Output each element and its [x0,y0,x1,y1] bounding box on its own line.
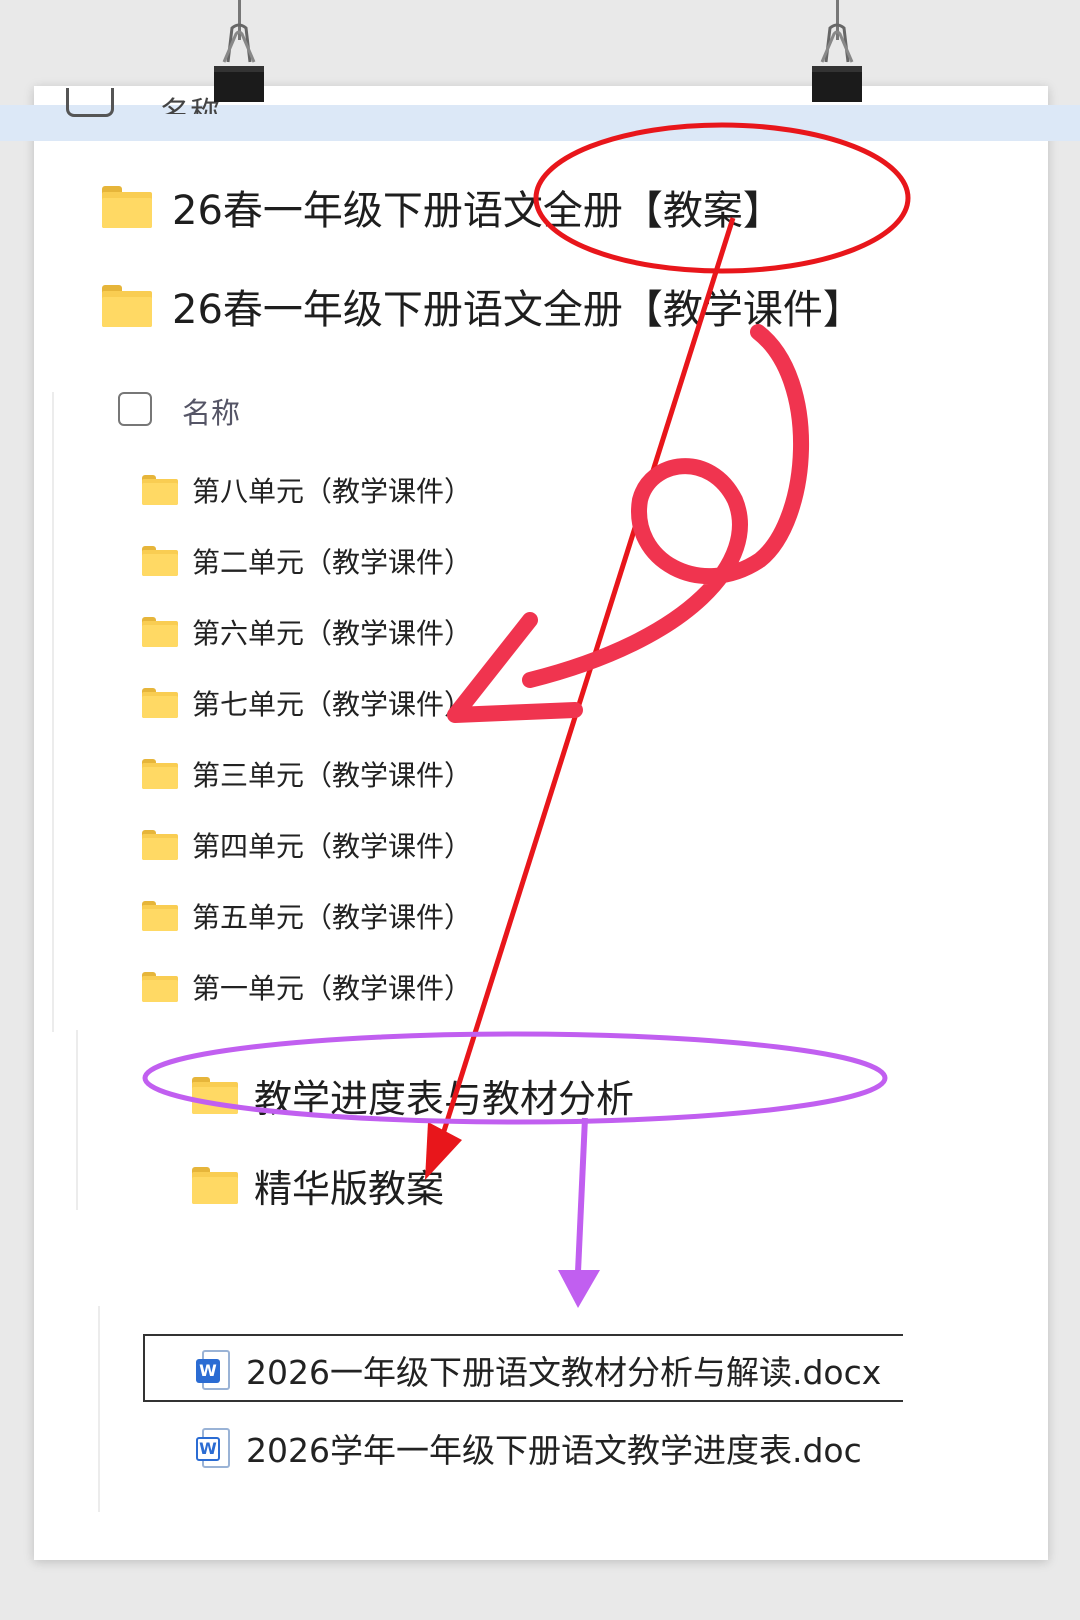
folder-icon [192,1166,238,1205]
folder-label: 第三单元（教学课件） [192,759,473,792]
word-doc-icon: W [196,1428,230,1468]
header-checkbox [66,88,114,117]
folder-row-unit-6[interactable]: 第六单元（教学课件） [142,612,472,652]
folder-label: 第六单元（教学课件） [192,617,473,650]
file-row-teaching-schedule[interactable]: W 2026学年一年级下册语文教学进度表.doc [196,1424,862,1472]
folder-row-schedule-analysis[interactable]: 教学进度表与教材分析 [192,1068,634,1123]
folder-row-unit-2[interactable]: 第二单元（教学课件） [142,541,472,581]
folder-row-unit-8[interactable]: 第八单元（教学课件） [142,470,472,510]
binder-clip-left-icon [214,23,264,102]
folder-row-unit-4[interactable]: 第四单元（教学课件） [142,825,472,865]
folder-icon [102,186,152,228]
folder-icon [142,972,178,1002]
list-divider [98,1306,100,1512]
word-doc-icon: W [196,1350,230,1390]
file-label: 2026学年一年级下册语文教学进度表.doc [246,1431,862,1470]
file-label: 2026一年级下册语文教材分析与解读.docx [246,1353,882,1392]
folder-icon [192,1076,238,1115]
folder-icon [142,546,178,576]
folder-row-courseware[interactable]: 26春一年级下册语文全册【教学课件】 [102,277,863,335]
folder-label: 第五单元（教学课件） [192,901,473,934]
list-divider [52,392,54,1032]
folder-label: 教学进度表与教材分析 [254,1077,635,1121]
folder-row-unit-1[interactable]: 第一单元（教学课件） [142,967,472,1007]
folder-label: 第一单元（教学课件） [192,972,473,1005]
select-all-checkbox[interactable] [118,392,152,426]
folder-row-unit-3[interactable]: 第三单元（教学课件） [142,754,472,794]
folder-label: 第二单元（教学课件） [192,546,473,579]
file-row-textbook-analysis[interactable]: W 2026一年级下册语文教材分析与解读.docx [196,1346,881,1394]
folder-label: 精华版教案 [254,1167,445,1211]
folder-row-premium-plans[interactable]: 精华版教案 [192,1158,444,1213]
folder-icon [142,617,178,647]
folder-icon [102,285,152,327]
folder-row-unit-5[interactable]: 第五单元（教学课件） [142,896,472,936]
folder-label: 26春一年级下册语文全册【教案】 [172,188,783,234]
name-column-header[interactable]: 名称 [182,390,240,432]
folder-label: 第八单元（教学课件） [192,475,473,508]
folder-icon [142,688,178,718]
folder-icon [142,759,178,789]
folder-row-lesson-plans[interactable]: 26春一年级下册语文全册【教案】 [102,178,783,236]
folder-label: 26春一年级下册语文全册【教学课件】 [172,287,863,333]
folder-icon [142,830,178,860]
folder-label: 第七单元（教学课件） [192,688,473,721]
folder-icon [142,901,178,931]
binder-clip-right-icon [812,23,862,102]
folder-label: 第四单元（教学课件） [192,830,473,863]
folder-row-unit-7[interactable]: 第七单元（教学课件） [142,683,472,723]
list-divider [76,1030,78,1210]
folder-icon [142,475,178,505]
